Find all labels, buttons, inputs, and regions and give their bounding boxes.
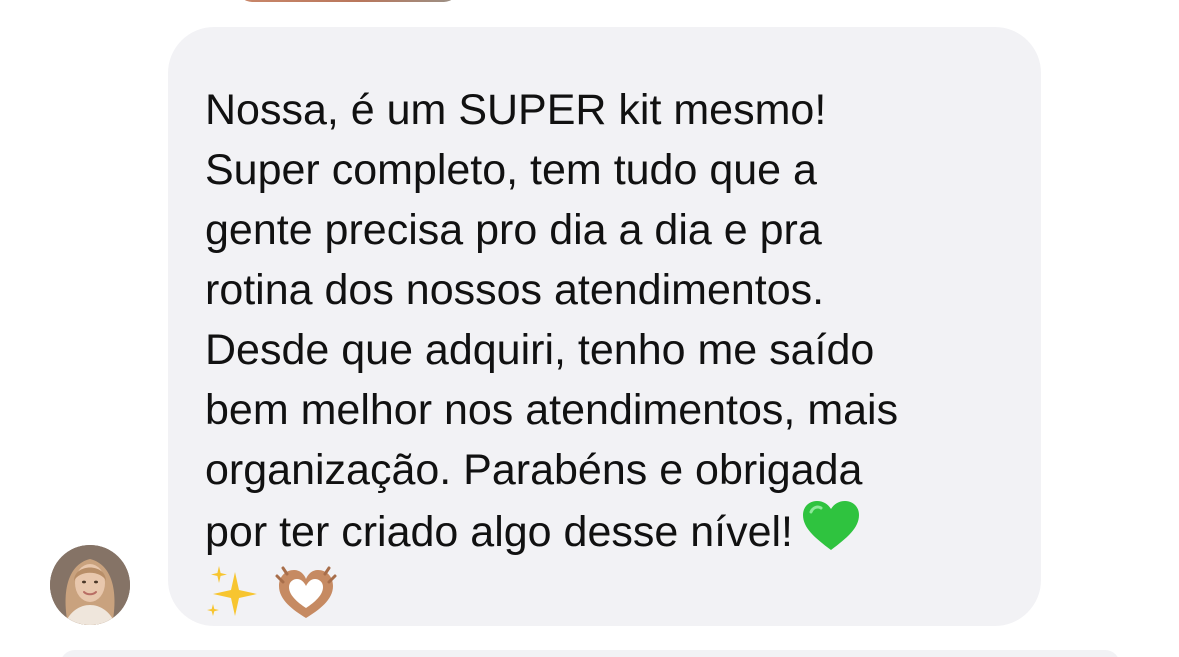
message-line-with-emoji: por ter criado algo desse nível! (205, 500, 1011, 562)
message-line: organização. Parabéns e obrigada (205, 446, 863, 494)
message-bubble[interactable]: Nossa, é um SUPER kit mesmo! Super compl… (168, 27, 1041, 626)
message-line: Nossa, é um SUPER kit mesmo! (205, 86, 827, 134)
sparkles-icon (207, 566, 257, 616)
message-line-text: por ter criado algo desse nível! (205, 508, 793, 556)
sender-avatar[interactable] (50, 545, 130, 625)
emoji-row (205, 564, 1011, 624)
green-heart-icon (803, 501, 859, 550)
previous-message-image-edge (238, 0, 458, 2)
next-message-bubble-edge (60, 650, 1120, 657)
chat-thread: Nossa, é um SUPER kit mesmo! Super compl… (0, 0, 1179, 657)
message-line: Desde que adquiri, tenho me saído (205, 326, 875, 374)
message-line: Super completo, tem tudo que a (205, 146, 817, 194)
heart-hands-icon (275, 566, 337, 618)
avatar-photo (50, 545, 130, 625)
message-line: gente precisa pro dia a dia e pra (205, 206, 822, 254)
message-line: rotina dos nossos atendimentos. (205, 266, 825, 314)
message-line: bem melhor nos atendimentos, mais (205, 386, 899, 434)
